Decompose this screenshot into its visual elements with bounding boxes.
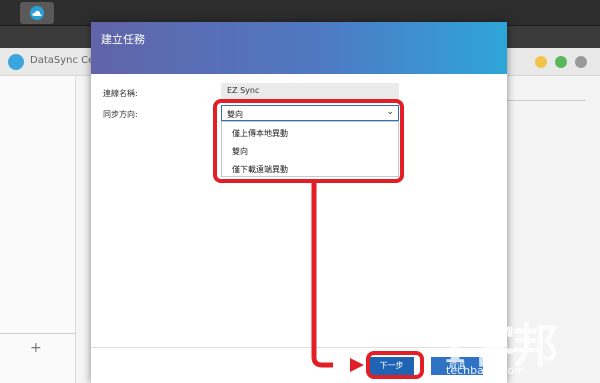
datasync-logo-icon	[8, 54, 24, 70]
close-dot-icon[interactable]	[575, 56, 587, 68]
annotation-arrow	[311, 183, 333, 368]
annotation-arrowhead-icon	[350, 358, 364, 372]
connection-name-label: 連線名稱:	[103, 89, 138, 98]
annotation-next-highlight	[366, 351, 424, 379]
maximize-dot-icon[interactable]	[555, 56, 567, 68]
techbang-watermark: T客邦 techbang.com	[438, 318, 598, 380]
divider	[0, 333, 76, 334]
annotation-dropdown-highlight	[213, 99, 404, 183]
sidebar	[0, 76, 76, 383]
sync-direction-label: 同步方向:	[103, 110, 138, 119]
divider	[506, 100, 586, 101]
datasync-app-tab[interactable]	[20, 2, 54, 24]
cloud-sync-icon	[30, 6, 44, 20]
dialog-title: 建立任務	[101, 33, 145, 46]
dialog-titlebar: 建立任務	[91, 22, 507, 74]
add-task-button[interactable]: +	[30, 340, 42, 356]
minimize-dot-icon[interactable]	[535, 56, 547, 68]
connection-name-field: EZ Sync	[221, 83, 399, 99]
watermark-url: techbang.com	[446, 364, 525, 377]
